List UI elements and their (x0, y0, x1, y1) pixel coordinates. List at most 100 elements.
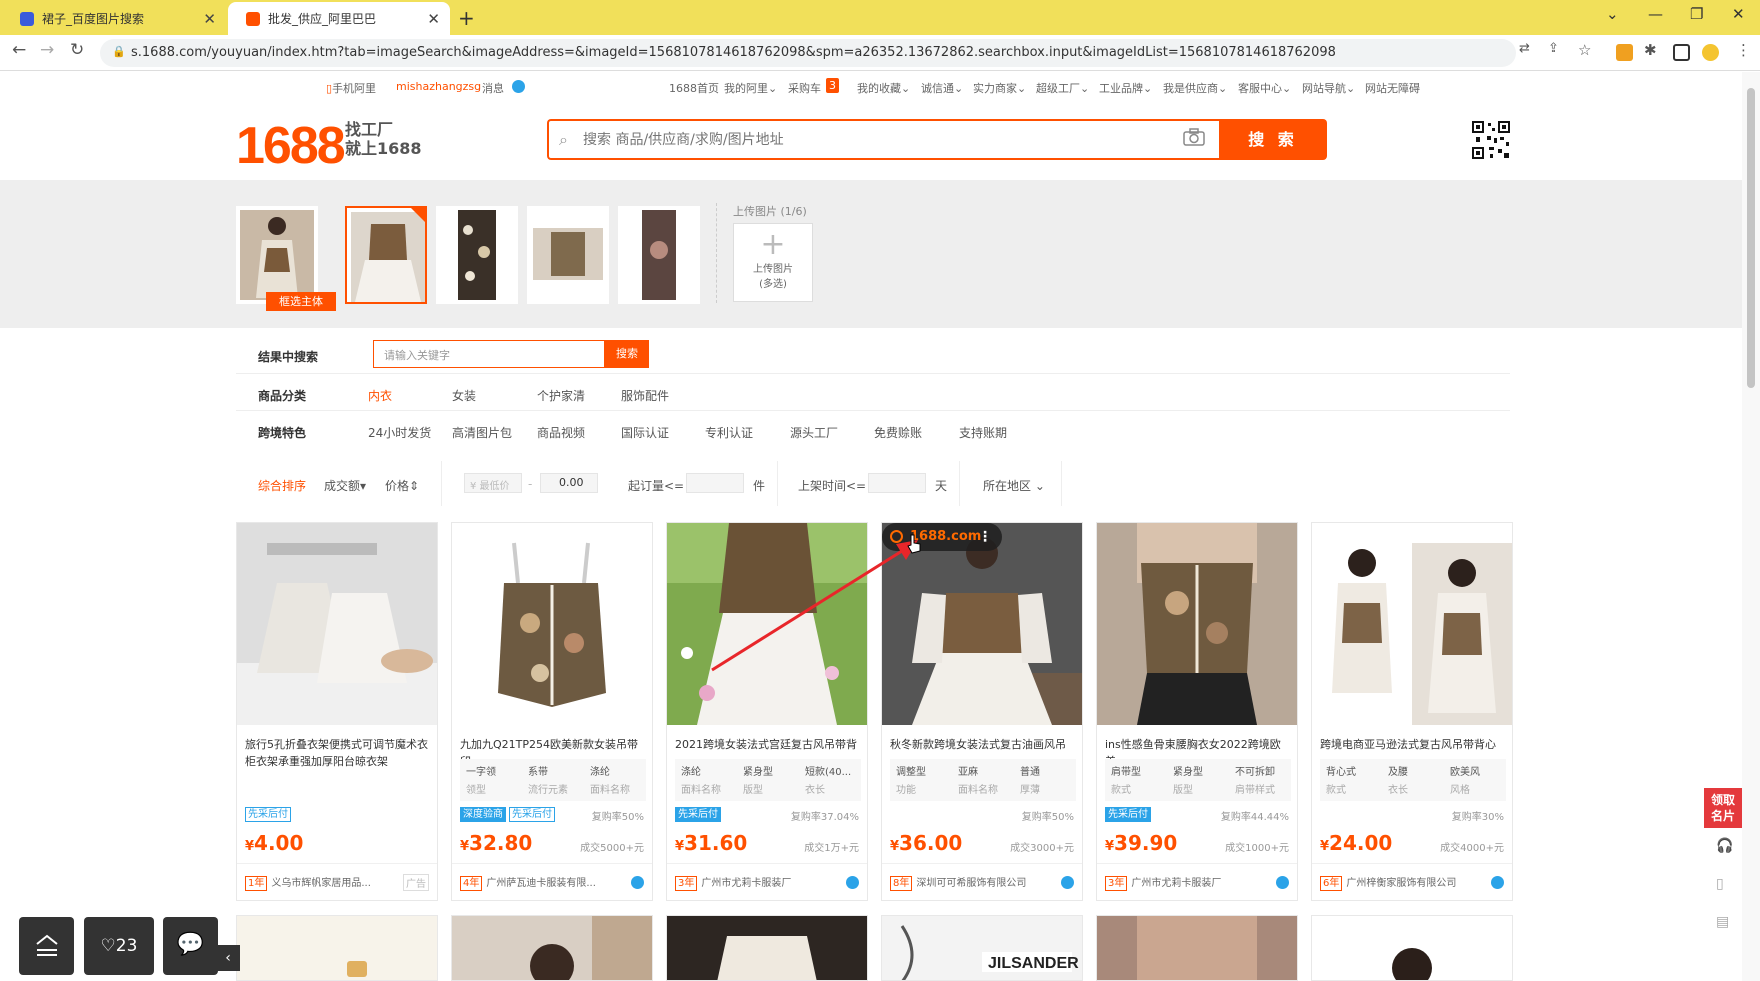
moq-input[interactable] (686, 473, 744, 493)
extension-icon[interactable] (1616, 44, 1633, 61)
restore-icon[interactable]: ❐ (1690, 5, 1703, 23)
product-card[interactable] (666, 915, 868, 981)
query-image-thumb[interactable]: 框选主体 (236, 206, 336, 311)
bookmark-star-icon[interactable]: ☆ (1578, 41, 1591, 59)
cart-link[interactable]: 采购车 (788, 80, 821, 96)
profile-avatar-icon[interactable] (1702, 44, 1719, 61)
max-price-input[interactable]: 0.00 (540, 473, 598, 493)
site-nav-link[interactable]: 网站导航⌄ (1302, 80, 1355, 96)
crop-thumb[interactable] (618, 206, 700, 304)
service-center-link[interactable]: 客服中心⌄ (1238, 80, 1291, 96)
product-card[interactable]: JILSANDER (881, 915, 1083, 981)
region-dropdown[interactable]: 所在地区 ⌄ (983, 477, 1045, 494)
feature-option[interactable]: 支持账期 (959, 424, 1007, 441)
hand-cursor-icon (907, 534, 921, 554)
mobile-ali-link[interactable]: ▯手机阿里 (326, 80, 376, 96)
translate-icon[interactable]: ⇄ (1519, 41, 1530, 56)
close-icon[interactable]: ✕ (203, 10, 216, 28)
messages-link[interactable]: 消息 (482, 80, 504, 96)
mobile-icon[interactable]: ▯ (1716, 876, 1732, 894)
window-close-icon[interactable]: ✕ (1732, 5, 1745, 23)
favorites-link[interactable]: 我的收藏⌄ (857, 80, 910, 96)
camera-icon[interactable] (1183, 128, 1205, 146)
product-card[interactable] (1311, 915, 1513, 981)
more-dots-icon[interactable]: ⋮ (978, 523, 992, 551)
tab-1688[interactable]: 批发_供应_阿里巴巴 ✕ (228, 2, 450, 35)
main-search-input[interactable] (583, 129, 1143, 151)
industrial-brand-link[interactable]: 工业品牌⌄ (1099, 80, 1152, 96)
sidepanel-icon[interactable] (1673, 44, 1690, 61)
filter-row-features: 跨境特色 24小时发货 高清图片包 商品视频 国际认证 专利认证 源头工厂 免费… (236, 411, 1510, 448)
back-icon[interactable]: ← (12, 40, 26, 60)
favorites-counter[interactable]: ♡23 (84, 917, 154, 975)
product-card[interactable]: 旅行5孔折叠衣架便携式可调节魔术衣柜衣架承重强加厚阳台晾衣架 先采后付 ¥4.0… (236, 522, 438, 901)
feature-option[interactable]: 免费赊账 (874, 424, 922, 441)
back-to-top-button[interactable] (19, 917, 74, 975)
supplier-link[interactable]: 3年 广州市尤莉卡服装厂 (675, 874, 861, 891)
product-card[interactable]: 九加九Q21TP254欧美新款女装吊带印 一字领领型 系带流行元素 涤纶面料名称… (451, 522, 653, 901)
feature-option[interactable]: 源头工厂 (790, 424, 838, 441)
business-card-button[interactable]: 领取 名片 (1704, 788, 1742, 828)
share-icon[interactable]: ⇪ (1548, 41, 1559, 56)
sort-overall[interactable]: 综合排序 (258, 477, 306, 494)
category-option[interactable]: 个护家清 (537, 387, 585, 404)
accessibility-link[interactable]: 网站无障碍 (1365, 80, 1420, 96)
reload-icon[interactable]: ↻ (70, 40, 84, 60)
crop-thumb[interactable] (436, 206, 518, 304)
collapse-chevron-icon[interactable]: ‹ (216, 945, 240, 971)
close-icon[interactable]: ✕ (427, 10, 440, 28)
select-subject-button[interactable]: 框选主体 (266, 292, 336, 311)
crop-thumb[interactable] (527, 206, 609, 304)
sort-volume[interactable]: 成交额▾ (324, 477, 366, 494)
feature-option[interactable]: 国际认证 (621, 424, 669, 441)
my-ali-link[interactable]: 我的阿里⌄ (724, 80, 777, 96)
sort-price[interactable]: 价格⇕ (385, 477, 419, 494)
strong-merchant-link[interactable]: 实力商家⌄ (973, 80, 1026, 96)
category-option[interactable]: 服饰配件 (621, 387, 669, 404)
prop: 紧身型 版型 (1173, 767, 1203, 796)
product-card[interactable] (1096, 915, 1298, 981)
main-search-button[interactable]: 搜 索 (1219, 119, 1327, 160)
headset-icon[interactable]: 🎧 (1716, 838, 1733, 856)
chat-button[interactable]: 💬 (163, 917, 218, 975)
supplier-link[interactable]: 6年 广州梓衡家服饰有限公司 (1320, 874, 1506, 891)
category-option[interactable]: 女装 (452, 387, 476, 404)
address-bar[interactable]: 🔒 s.1688.com/youyuan/index.htm?tab=image… (100, 39, 1516, 67)
filter-row-keyword: 结果中搜索 请输入关键字 搜索 (236, 328, 1510, 374)
page-scrollbar[interactable] (1742, 72, 1760, 981)
upload-image-button[interactable]: + 上传图片 (多选) (733, 223, 813, 302)
result-keyword-input[interactable]: 请输入关键字 (373, 340, 605, 368)
new-tab-icon[interactable]: + (458, 6, 475, 30)
crop-thumb-selected[interactable] (345, 206, 427, 304)
shelf-time-input[interactable] (868, 473, 926, 493)
product-card[interactable] (236, 915, 438, 981)
feedback-icon[interactable]: ▤ (1716, 914, 1732, 932)
home-link[interactable]: 1688首页 (669, 80, 719, 96)
supplier-link[interactable]: 我是供应商⌄ (1163, 80, 1227, 96)
product-title[interactable]: 旅行5孔折叠衣架便携式可调节魔术衣柜衣架承重强加厚阳台晾衣架 (245, 736, 431, 770)
product-card[interactable] (451, 915, 653, 981)
tab-baidu-images[interactable]: 裙子_百度图片搜索 ✕ (2, 2, 226, 35)
menu-dots-icon[interactable]: ⋮ (1736, 41, 1751, 59)
feature-option[interactable]: 高清图片包 (452, 424, 512, 441)
forward-icon[interactable]: → (40, 40, 54, 60)
username-link[interactable]: mishazhangzsg (396, 80, 481, 93)
supplier-link[interactable]: 4年 广州萨瓦迪卡服装有限... (460, 874, 646, 891)
feature-option[interactable]: 专利认证 (705, 424, 753, 441)
trust-link[interactable]: 诚信通⌄ (921, 80, 963, 96)
result-search-button[interactable]: 搜索 (605, 340, 649, 368)
product-card[interactable]: ins性感鱼骨束腰胸衣女2022跨境欧美 肩带型款式 紧身型版型 不可拆卸肩带样… (1096, 522, 1298, 901)
tab-search-chevron-icon[interactable]: ⌄ (1606, 5, 1619, 23)
min-price-input[interactable]: ¥ 最低价 (464, 473, 522, 493)
feature-option[interactable]: 商品视频 (537, 424, 585, 441)
product-card[interactable]: 跨境电商亚马逊法式复古风吊带背心 背心式 款式 及腰 衣长 欧美风 风格 复购率30%… (1311, 522, 1513, 901)
minimize-icon[interactable]: — (1648, 5, 1663, 23)
supplier-link[interactable]: 8年 深圳可可希服饰有限公司 (890, 874, 1076, 891)
site-logo[interactable]: 1688 (236, 116, 346, 176)
supplier-link[interactable]: 3年 广州市尤莉卡服装厂 (1105, 874, 1291, 891)
scroll-thumb[interactable] (1747, 88, 1755, 388)
category-option[interactable]: 内衣 (368, 387, 392, 404)
puzzle-icon[interactable]: ✱ (1644, 41, 1657, 59)
feature-option[interactable]: 24小时发货 (368, 424, 431, 441)
super-factory-link[interactable]: 超级工厂⌄ (1036, 80, 1089, 96)
